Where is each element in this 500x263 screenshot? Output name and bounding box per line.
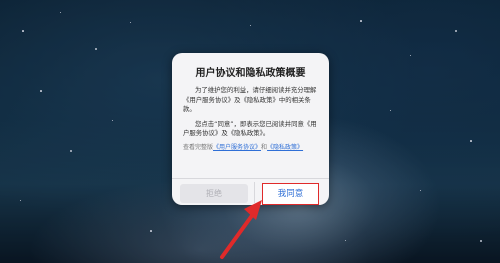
red-arrow-annotation (220, 200, 262, 259)
arrow-head (244, 200, 262, 220)
arrow-shaft (220, 208, 258, 259)
